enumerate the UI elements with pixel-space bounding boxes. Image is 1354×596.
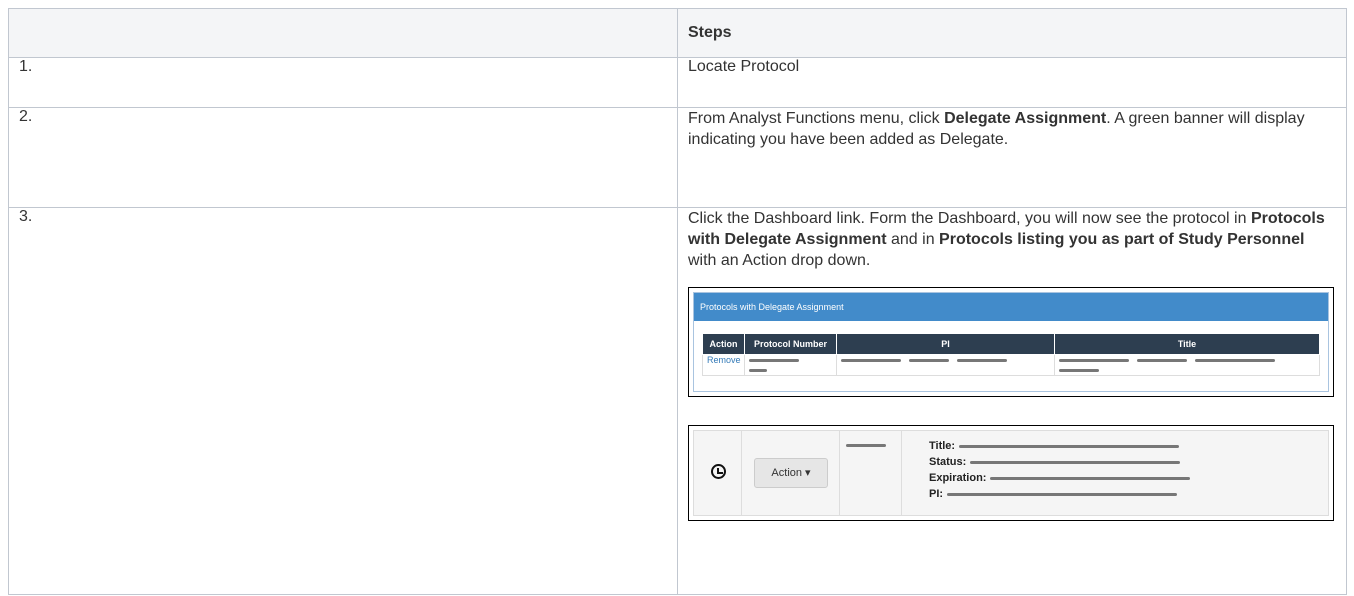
step-number: 3. (8, 207, 678, 595)
step-text-part: Click the Dashboard link. Form the Dashb… (688, 210, 1251, 227)
action-dropdown-button[interactable]: Action ▾ (754, 458, 828, 488)
step-text-part: and in (886, 231, 940, 248)
protocol-details: Title: Status: Expiration: PI: (929, 438, 1198, 502)
clock-icon (711, 464, 726, 479)
field-label: Status: (929, 456, 967, 468)
column-header: PI (836, 333, 1055, 355)
detail-line: Title: (929, 438, 1198, 454)
redacted-cell (744, 354, 837, 376)
delegate-assignment-screenshot: Protocols with Delegate Assignment Actio… (688, 287, 1334, 397)
panel: Protocols with Delegate Assignment Actio… (693, 292, 1329, 392)
column-header: Protocol Number (744, 333, 837, 355)
field-label: Title: (929, 440, 956, 452)
table-row: Remove (702, 354, 1320, 376)
step-row: 1. Locate Protocol (8, 57, 1347, 108)
step-text: Locate Protocol (677, 57, 1347, 108)
step-text: From Analyst Functions menu, click Deleg… (688, 108, 1336, 150)
detail-line: PI: (929, 486, 1198, 502)
header-empty (8, 8, 678, 58)
step-number: 1. (8, 57, 678, 108)
step-text-cell: Click the Dashboard link. Form the Dashb… (677, 207, 1347, 595)
steps-table: Steps 1. Locate Protocol 2. From Analyst… (8, 8, 1347, 595)
step-number: 2. (8, 107, 678, 208)
step-text: Click the Dashboard link. Form the Dashb… (688, 208, 1336, 271)
step-text-bold: Delegate Assignment (944, 110, 1107, 127)
delegate-table: Action Protocol Number PI Title Remove (702, 333, 1320, 376)
redacted-cell (836, 354, 1055, 376)
step-text-cell: From Analyst Functions menu, click Deleg… (677, 107, 1347, 208)
panel-body: Action Protocol Number PI Title Remove (694, 321, 1328, 376)
protocol-number-cell (839, 430, 903, 516)
column-header: Title (1054, 333, 1320, 355)
step-text-part: From Analyst Functions menu, click (688, 110, 945, 127)
step-row: 2. From Analyst Functions menu, click De… (8, 107, 1347, 208)
detail-line: Status: (929, 454, 1198, 470)
detail-line: Expiration: (929, 470, 1198, 486)
step-text-part: with an Action drop down. (688, 252, 871, 269)
remove-link[interactable]: Remove (702, 354, 745, 376)
header-steps: Steps (677, 8, 1347, 58)
field-label: Expiration: (929, 472, 987, 484)
field-label: PI: (929, 488, 944, 500)
step-row: 3. Click the Dashboard link. Form the Da… (8, 207, 1347, 595)
column-header: Action (702, 333, 745, 355)
redacted-cell (1054, 354, 1320, 376)
study-personnel-screenshot: Action ▾ Title: Status: Expiration: PI: (688, 425, 1334, 521)
panel-title: Protocols with Delegate Assignment (694, 293, 1328, 321)
step-text-bold: Protocols listing you as part of Study P… (939, 231, 1305, 248)
